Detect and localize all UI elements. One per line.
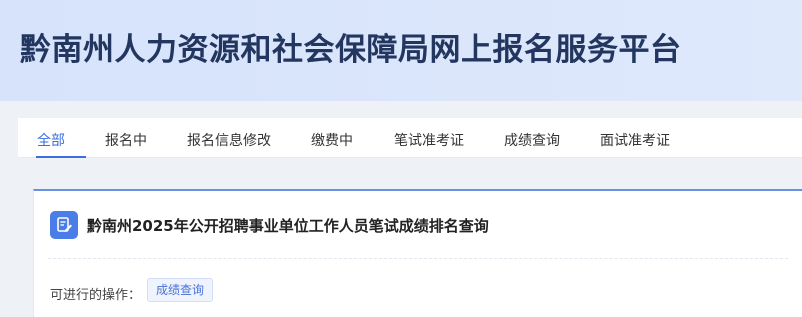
divider xyxy=(48,258,788,259)
header-banner: 黔南州人力资源和社会保障局网上报名服务平台 xyxy=(0,0,802,101)
card-title: 黔南州2025年公开招聘事业单位工作人员笔试成绩排名查询 xyxy=(87,217,489,235)
score-query-button[interactable]: 成绩查询 xyxy=(147,278,214,302)
page-title: 黔南州人力资源和社会保障局网上报名服务平台 xyxy=(20,32,682,68)
tab-interview-admission[interactable]: 面试准考证 xyxy=(600,130,670,150)
tab-edit-registration[interactable]: 报名信息修改 xyxy=(187,130,271,150)
tab-registering[interactable]: 报名中 xyxy=(105,130,147,150)
tab-written-exam-admission[interactable]: 笔试准考证 xyxy=(394,130,464,150)
active-tab-indicator xyxy=(36,156,86,158)
tab-all[interactable]: 全部 xyxy=(37,130,65,150)
operations-label: 可进行的操作： xyxy=(50,288,142,303)
tab-bar: 全部 报名中 报名信息修改 缴费中 笔试准考证 成绩查询 面试准考证 xyxy=(18,118,802,158)
tab-payment[interactable]: 缴费中 xyxy=(311,130,353,150)
exam-card: 黔南州2025年公开招聘事业单位工作人员笔试成绩排名查询 可进行的操作： 成绩查… xyxy=(33,189,802,317)
edit-document-icon xyxy=(50,211,78,239)
tab-score-query[interactable]: 成绩查询 xyxy=(504,130,560,150)
